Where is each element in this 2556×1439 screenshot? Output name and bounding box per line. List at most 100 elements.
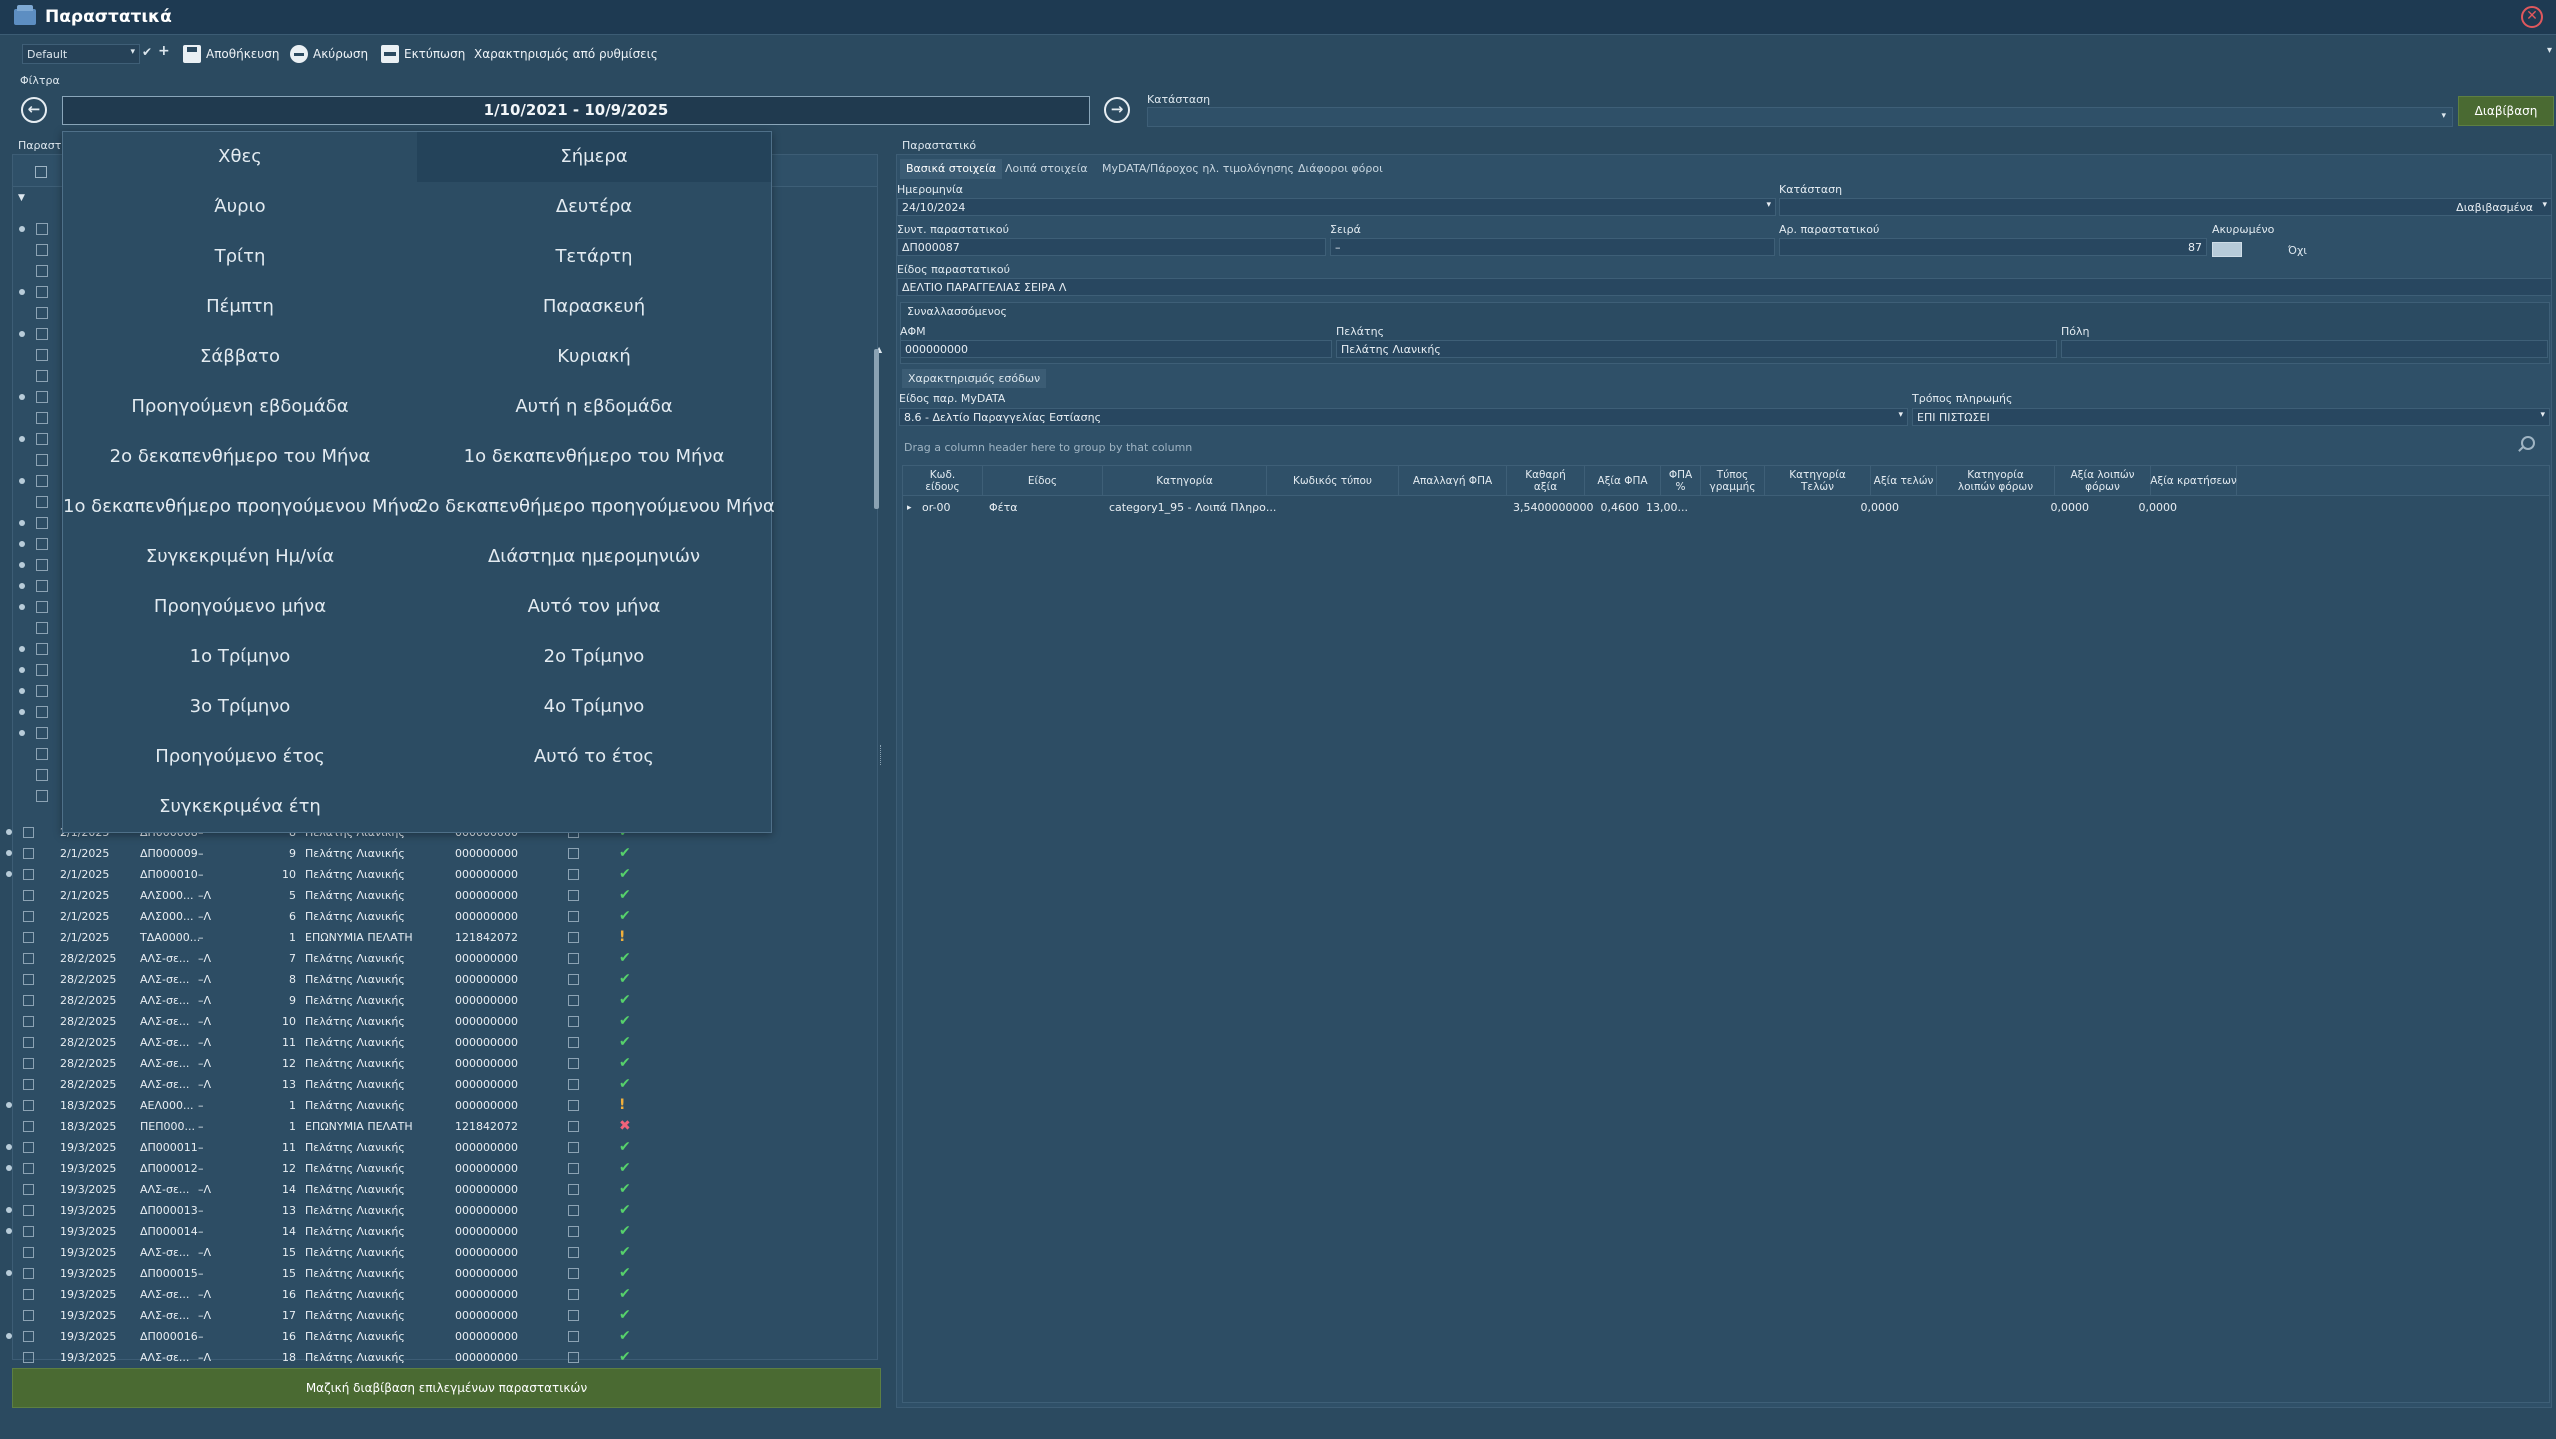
row-checkbox[interactable] <box>23 890 34 901</box>
state-field[interactable]: Διαβιβασμένα ▾ <box>1779 198 2552 216</box>
row-checkbox[interactable] <box>36 727 48 739</box>
lines-column-header[interactable]: Αξία ΦΠΑ <box>1585 466 1661 496</box>
row-checkbox[interactable] <box>36 496 48 508</box>
table-row[interactable]: 19/3/2025 ΑΛΣ-σε... –Λ 18 Πελάτης Λιανικής 00… <box>12 1348 632 1368</box>
table-row[interactable]: 28/2/2025 ΑΛΣ-σε... –Λ 11 Πελάτης Λιανικής 00… <box>12 1033 632 1053</box>
table-row[interactable]: 19/3/2025 ΔΠ000015– 15 Πελάτης Λιανικής 0000… <box>6 1264 632 1284</box>
row-checkbox[interactable] <box>23 1352 34 1363</box>
lines-column-header[interactable]: ΦΠΑ % <box>1661 466 1701 496</box>
row-checkbox[interactable] <box>23 932 34 943</box>
row-flag-checkbox[interactable] <box>568 1037 579 1048</box>
row-checkbox[interactable] <box>36 391 48 403</box>
date-option[interactable]: 3ο Τρίμηνο <box>63 682 417 732</box>
row-checkbox[interactable] <box>36 517 48 529</box>
table-row[interactable]: 19/3/2025 ΑΛΣ-σε... –Λ 17 Πελάτης Λιανικής 00… <box>12 1306 632 1326</box>
row-checkbox[interactable] <box>23 1184 34 1195</box>
date-option[interactable]: Προηγούμενο έτος <box>63 732 417 782</box>
row-flag-checkbox[interactable] <box>568 1205 579 1216</box>
tab-income-classification[interactable]: Χαρακτηρισμός εσόδων <box>902 369 1047 388</box>
table-row[interactable]: 28/2/2025 ΑΛΣ-σε... –Λ 7 Πελάτης Λιανικής 000… <box>12 949 632 969</box>
row-flag-checkbox[interactable] <box>568 890 579 901</box>
row-checkbox[interactable] <box>23 1289 34 1300</box>
table-row[interactable]: 19/3/2025 ΑΛΣ-σε... –Λ 14 Πελάτης Λιανικής 00… <box>12 1180 632 1200</box>
row-checkbox[interactable] <box>23 827 34 838</box>
mydata-type-select[interactable]: 8.6 - Δελτίο Παραγγελίας Εστίασης ▾ <box>899 408 1908 426</box>
row-checkbox[interactable] <box>36 685 48 697</box>
row-flag-checkbox[interactable] <box>568 995 579 1006</box>
date-range-field[interactable]: 1/10/2021 - 10/9/2025 <box>62 96 1090 125</box>
layout-select[interactable]: Default ▾ <box>22 44 140 64</box>
row-checkbox[interactable] <box>23 1163 34 1174</box>
row-checkbox[interactable] <box>36 307 48 319</box>
date-option[interactable]: Διάστημα ημερομηνιών <box>417 532 771 582</box>
row-checkbox[interactable] <box>36 580 48 592</box>
row-checkbox[interactable] <box>36 559 48 571</box>
row-flag-checkbox[interactable] <box>568 1226 579 1237</box>
tab-other-info[interactable]: Λοιπά στοιχεία <box>999 159 1094 179</box>
date-option[interactable]: Προηγούμενη εβδομάδα <box>63 382 417 432</box>
date-option[interactable]: Συγκεκριμένα έτη <box>63 782 417 832</box>
lines-column-header[interactable]: Κωδ. είδους <box>903 466 983 496</box>
row-flag-checkbox[interactable] <box>568 1310 579 1321</box>
date-option[interactable]: Κυριακή <box>417 332 771 382</box>
afm-field[interactable]: 000000000 <box>900 340 1332 358</box>
table-row[interactable]: 28/2/2025 ΑΛΣ-σε... –Λ 13 Πελάτης Λιανικής 00… <box>12 1075 632 1095</box>
date-option[interactable]: 2ο δεκαπενθήμερο του Μήνα <box>63 432 417 482</box>
abbrev-field[interactable]: ΔΠ000087 <box>897 238 1326 256</box>
doc-type-field[interactable]: ΔΕΛΤΙΟ ΠΑΡΑΓΓΕΛΙΑΣ ΣΕΙΡΑ Λ <box>897 278 2552 296</box>
row-flag-checkbox[interactable] <box>568 1100 579 1111</box>
row-checkbox[interactable] <box>23 995 34 1006</box>
table-row[interactable]: 28/2/2025 ΑΛΣ-σε... –Λ 9 Πελάτης Λιανικής 000… <box>12 991 632 1011</box>
date-option[interactable]: Σήμερα <box>417 132 771 182</box>
row-flag-checkbox[interactable] <box>568 848 579 859</box>
search-icon[interactable] <box>2521 436 2535 450</box>
filter-row-icon[interactable]: ▼ <box>18 193 25 203</box>
tab-mydata-provider[interactable]: MyDATA/Πάροχος ηλ. τιμολόγησης <box>1096 159 1300 179</box>
cancel-button[interactable]: Ακύρωση <box>290 43 368 65</box>
save-button[interactable]: Αποθήκευση <box>183 43 279 65</box>
table-row[interactable]: 2/1/2025 ΔΠ000009– 9 Πελάτης Λιανικής 000000… <box>6 844 632 864</box>
city-field[interactable] <box>2061 340 2548 358</box>
print-button[interactable]: Εκτύπωση <box>381 43 465 65</box>
row-checkbox[interactable] <box>23 1079 34 1090</box>
table-row[interactable]: 2/1/2025 ΑΛΣ000... –Λ 6 Πελάτης Λιανικής 0000… <box>12 907 632 927</box>
table-row[interactable]: 2/1/2025 ΤΔΑ0000... – 1 ΕΠΩΝΥΜΙΑ ΠΕΛΑΤΗ 12184… <box>12 928 632 948</box>
row-checkbox[interactable] <box>36 706 48 718</box>
date-option[interactable]: Χθες <box>63 132 417 182</box>
row-checkbox[interactable] <box>36 286 48 298</box>
row-flag-checkbox[interactable] <box>568 1184 579 1195</box>
date-option[interactable]: Πέμπτη <box>63 282 417 332</box>
bulk-transmit-button[interactable]: Μαζική διαβίβαση επιλεγμένων παραστατικώ… <box>12 1368 881 1408</box>
date-option[interactable]: 2ο δεκαπενθήμερο προηγούμενου Μήνα <box>417 482 775 532</box>
row-flag-checkbox[interactable] <box>568 911 579 922</box>
table-row[interactable]: 19/3/2025 ΑΛΣ-σε... –Λ 16 Πελάτης Λιανικής 00… <box>12 1285 632 1305</box>
date-option[interactable]: 4ο Τρίμηνο <box>417 682 771 732</box>
row-checkbox[interactable] <box>23 1226 34 1237</box>
row-flag-checkbox[interactable] <box>568 869 579 880</box>
date-option[interactable]: Αυτή η εβδομάδα <box>417 382 771 432</box>
row-flag-checkbox[interactable] <box>568 932 579 943</box>
payment-select[interactable]: ΕΠΙ ΠΙΣΤΩΣΕΙ ▾ <box>1912 408 2550 426</box>
table-row[interactable]: 19/3/2025 ΔΠ000011– 11 Πελάτης Λιανικής 0000… <box>6 1138 632 1158</box>
lines-column-header[interactable]: Κατηγορία λοιπών φόρων <box>1937 466 2055 496</box>
row-checkbox[interactable] <box>23 1310 34 1321</box>
table-row[interactable]: 19/3/2025 ΔΠ000014– 14 Πελάτης Λιανικής 0000… <box>6 1222 632 1242</box>
table-row[interactable]: 28/2/2025 ΑΛΣ-σε... –Λ 8 Πελάτης Λιανικής 000… <box>12 970 632 990</box>
lines-column-header[interactable]: Αξία κρατήσεων <box>2150 466 2237 496</box>
row-checkbox[interactable] <box>36 223 48 235</box>
row-checkbox[interactable] <box>36 265 48 277</box>
row-checkbox[interactable] <box>23 1121 34 1132</box>
row-flag-checkbox[interactable] <box>568 1268 579 1279</box>
grid-scrollbar[interactable] <box>874 349 879 509</box>
date-option[interactable]: Αυτό τον μήνα <box>417 582 771 632</box>
date-option[interactable]: Άυριο <box>63 182 417 232</box>
date-option[interactable]: Δευτέρα <box>417 182 771 232</box>
row-checkbox[interactable] <box>23 974 34 985</box>
row-flag-checkbox[interactable] <box>568 953 579 964</box>
row-flag-checkbox[interactable] <box>568 1058 579 1069</box>
row-flag-checkbox[interactable] <box>568 974 579 985</box>
date-option[interactable]: Συγκεκριμένη Ημ/νία <box>63 532 417 582</box>
row-flag-checkbox[interactable] <box>568 1163 579 1174</box>
row-flag-checkbox[interactable] <box>568 1247 579 1258</box>
date-option[interactable]: Αυτό το έτος <box>417 732 771 782</box>
